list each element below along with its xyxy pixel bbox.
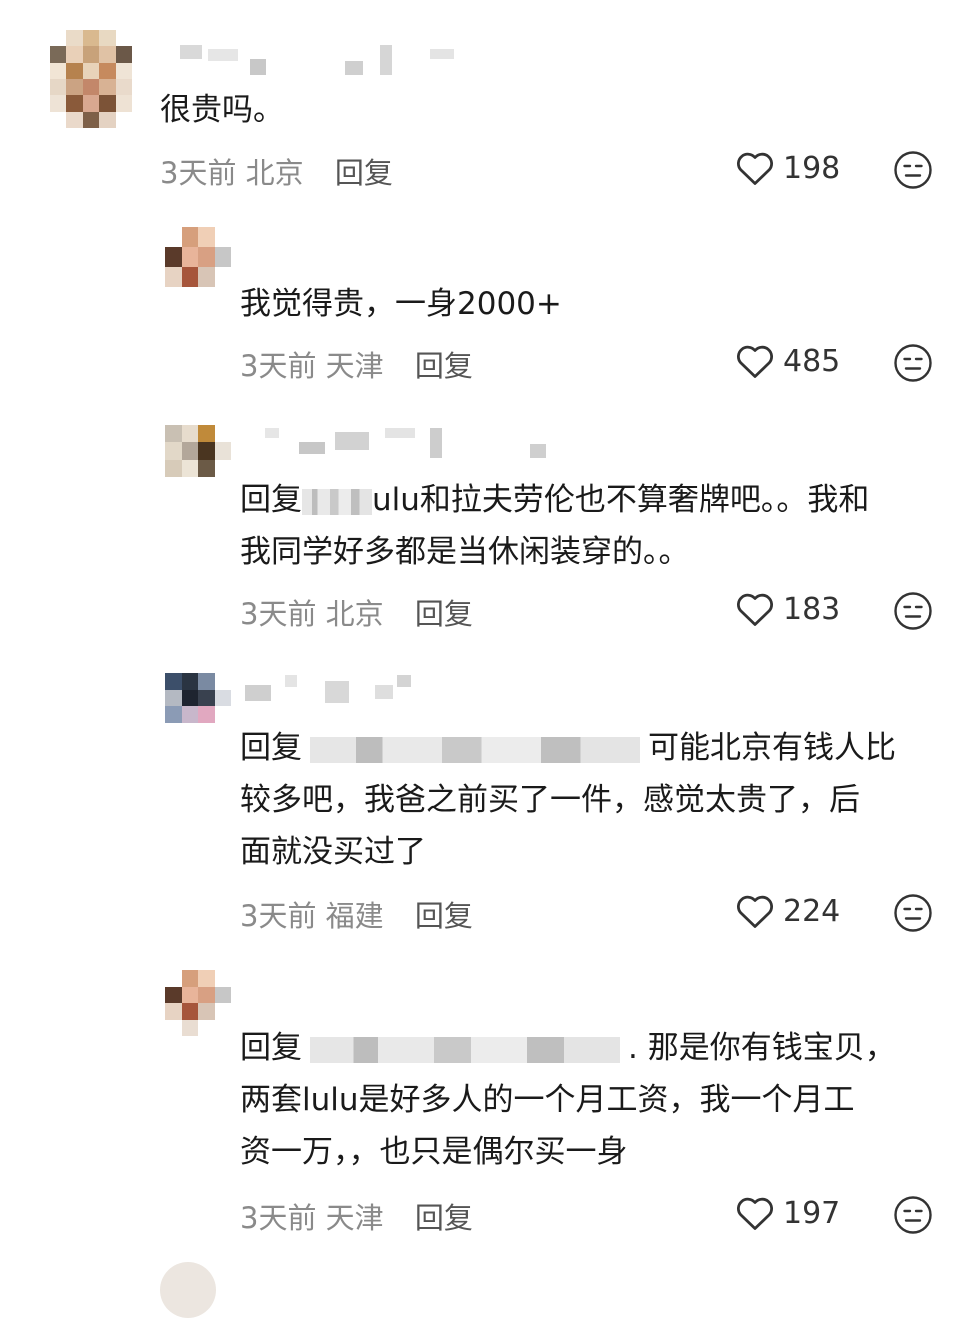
comment-text: 很贵吗。 <box>160 92 284 128</box>
heart-outline-icon <box>737 895 773 928</box>
comment-location: 天津 <box>325 1201 384 1235</box>
like-button[interactable]: 183 <box>735 591 840 627</box>
avatar[interactable] <box>165 227 231 287</box>
reply-button[interactable]: 回复 <box>415 899 473 933</box>
reply-prefix: 回复 <box>240 482 302 518</box>
avatar[interactable] <box>165 970 231 1036</box>
reply-button[interactable]: 回复 <box>335 156 393 190</box>
comment-time: 3天前 <box>240 1201 317 1235</box>
heart-outline-icon <box>737 593 773 626</box>
comment-time: 3天前 <box>240 899 317 933</box>
username-blurred[interactable] <box>180 45 480 75</box>
comment-meta: 3天前 天津 回复 <box>240 1195 473 1237</box>
avatar[interactable] <box>50 30 132 128</box>
comment-location: 北京 <box>245 156 304 190</box>
like-button[interactable]: 198 <box>735 150 840 186</box>
like-button[interactable]: 224 <box>735 893 840 929</box>
comment-meta: 3天前 福建 回复 <box>240 893 473 935</box>
mention-blurred[interactable] <box>310 736 640 763</box>
reply-prefix: 回复 <box>240 1030 302 1066</box>
heart-outline-icon <box>737 345 773 378</box>
mention-blurred[interactable] <box>302 488 372 515</box>
comment-location: 北京 <box>325 597 384 631</box>
like-count: 198 <box>783 150 841 186</box>
avatar[interactable] <box>160 1262 216 1318</box>
neutral-face-icon[interactable] <box>893 1195 933 1235</box>
like-button[interactable]: 197 <box>735 1195 840 1231</box>
reply-button[interactable]: 回复 <box>415 349 473 383</box>
reply-prefix: 回复 <box>240 730 302 766</box>
neutral-face-icon[interactable] <box>893 893 933 933</box>
comment-text: 回复 ulu和拉夫劳伦也不算奢牌吧。。我和 我同学好多都是当休闲装穿的。。 <box>240 482 870 570</box>
reply-button[interactable]: 回复 <box>415 597 473 631</box>
comment-text: 回复 可能北京有钱人比 较多吧，我爸之前买了一件，感觉太贵了，后 面就没买过了 <box>240 730 896 870</box>
neutral-face-icon[interactable] <box>893 591 933 631</box>
comment-location: 福建 <box>325 899 384 933</box>
reply-button[interactable]: 回复 <box>415 1201 473 1235</box>
comment-meta: 3天前 天津 回复 <box>240 343 473 385</box>
username-blurred[interactable] <box>265 428 565 458</box>
like-count: 485 <box>783 343 841 379</box>
neutral-face-icon[interactable] <box>893 343 933 383</box>
comment-time: 3天前 <box>240 349 317 383</box>
heart-outline-icon <box>737 152 773 185</box>
avatar[interactable] <box>165 673 231 723</box>
like-button[interactable]: 485 <box>735 343 840 379</box>
avatar[interactable] <box>165 425 231 477</box>
neutral-face-icon[interactable] <box>893 150 933 190</box>
comment-location: 天津 <box>325 349 384 383</box>
heart-outline-icon <box>737 1197 773 1230</box>
comment-meta: 3天前 北京 回复 <box>240 591 473 633</box>
comment-meta: 3天前 北京 回复 <box>160 150 393 192</box>
like-count: 183 <box>783 591 841 627</box>
username-blurred[interactable] <box>245 675 445 703</box>
comment-text: 回复. 那是你有钱宝贝， 两套lulu是好多人的一个月工资，我一个月工 资一万，，也… <box>240 1030 896 1170</box>
comment-time: 3天前 <box>240 597 317 631</box>
comment-text: 我觉得贵，一身2000+ <box>240 286 562 322</box>
like-count: 224 <box>783 893 841 929</box>
comment-time: 3天前 <box>160 156 237 190</box>
like-count: 197 <box>783 1195 841 1231</box>
mention-blurred[interactable] <box>310 1036 620 1063</box>
